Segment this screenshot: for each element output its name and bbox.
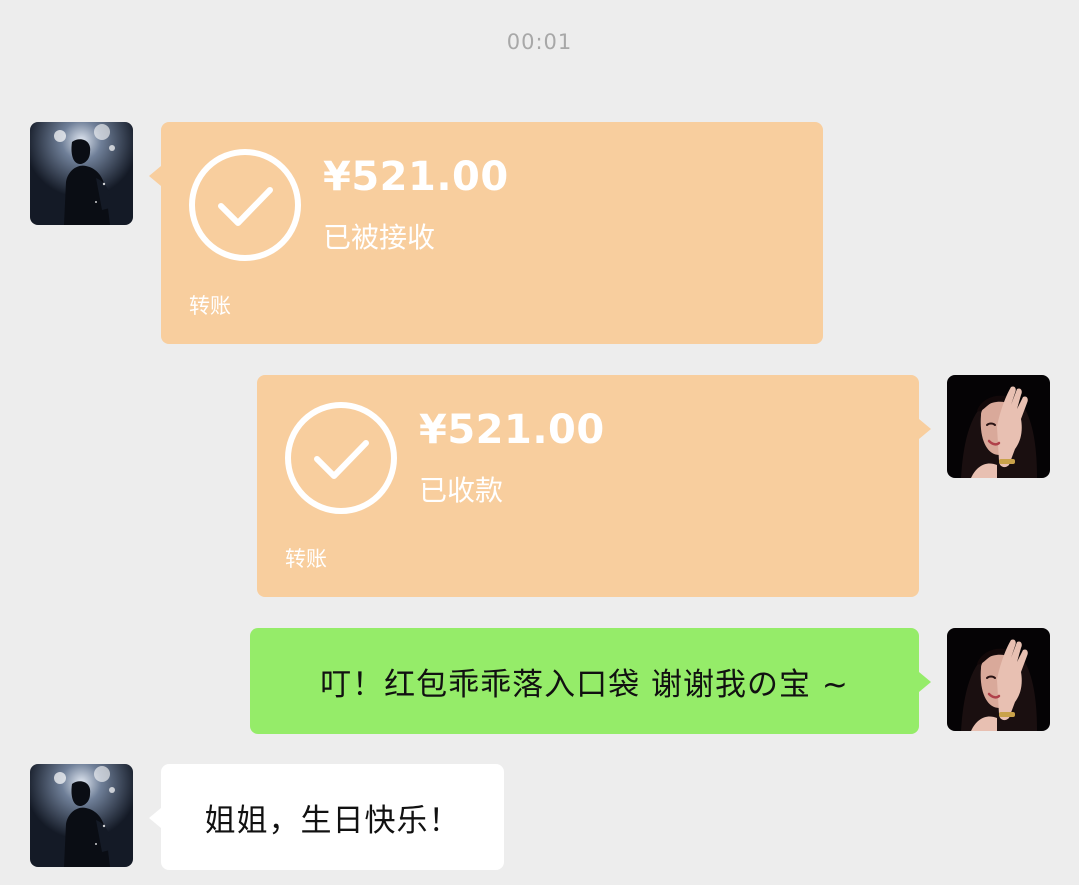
transfer-label: 转账: [189, 294, 231, 318]
transfer-amount: ¥521.00: [323, 154, 509, 200]
message-bubble-sent[interactable]: 叮！红包乖乖落入口袋 谢谢我の宝 ~: [250, 628, 931, 734]
avatar[interactable]: [30, 764, 133, 867]
bubble-tail: [919, 672, 931, 692]
transfer-status: 已收款: [419, 474, 504, 507]
transfer-label: 转账: [285, 547, 327, 571]
transfer-bubble[interactable]: ¥521.00 已收款 转账: [257, 375, 931, 597]
bubble-tail: [149, 166, 161, 186]
avatar[interactable]: [30, 122, 133, 225]
check-circle-icon: [285, 402, 397, 514]
avatar[interactable]: [947, 628, 1050, 731]
message-text: 叮！红包乖乖落入口袋 谢谢我の宝 ~: [320, 666, 849, 703]
chat-timestamp: 00:01: [506, 30, 573, 54]
avatar[interactable]: [947, 375, 1050, 478]
message-bubble-received[interactable]: 姐姐，生日快乐！: [149, 764, 504, 870]
transfer-status: 已被接收: [323, 221, 436, 254]
message-text: 姐姐，生日快乐！: [204, 802, 461, 839]
bubble-tail: [149, 808, 161, 828]
transfer-amount: ¥521.00: [419, 407, 605, 453]
bubble-tail: [919, 419, 931, 439]
transfer-bubble[interactable]: ¥521.00 已被接收 转账: [149, 122, 823, 344]
check-circle-icon: [189, 149, 301, 261]
